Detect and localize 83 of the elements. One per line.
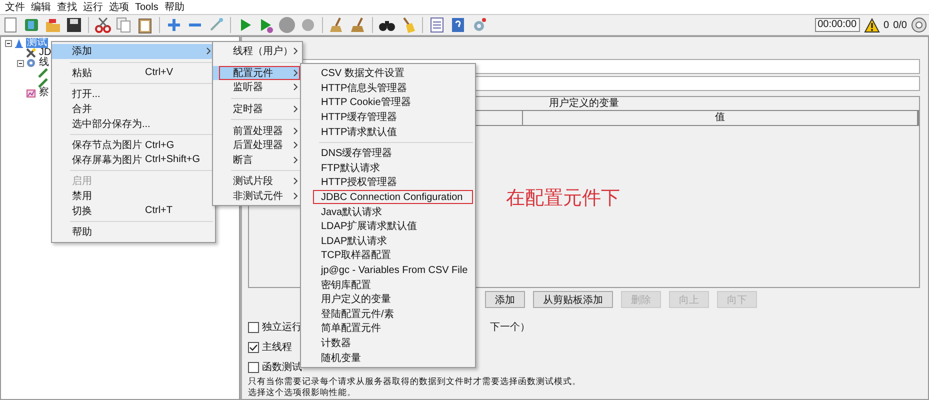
tree-node[interactable]: 线 [38, 58, 50, 68]
menu-item[interactable]: Tools [132, 0, 162, 14]
folder-icon[interactable] [44, 16, 62, 34]
checkbox[interactable] [248, 342, 259, 352]
menu-item[interactable]: HTTP信息头管理器 [301, 80, 475, 96]
menu-item[interactable]: 编辑 [28, 0, 54, 14]
menu-item[interactable]: 测试片段 [213, 174, 302, 189]
menu-item[interactable]: 登陆配置元件/素 [301, 306, 475, 322]
timer-display: 00:00:00 [814, 18, 860, 32]
annotation-text: 在配置元件下 [506, 187, 620, 211]
checkbox-label: 下一个） [490, 321, 530, 334]
menu-item[interactable]: CSV 数据文件设置 [301, 66, 475, 81]
scissors-icon[interactable] [94, 16, 112, 34]
list-icon[interactable] [428, 16, 446, 34]
menu-item[interactable]: 查找 [54, 0, 80, 14]
menu-item[interactable]: DNS缓存管理器 [301, 146, 475, 161]
menu-item[interactable]: 添加 [52, 44, 215, 59]
plus-icon[interactable] [165, 16, 183, 34]
save-icon[interactable] [65, 16, 83, 34]
menu-item[interactable]: 选项 [106, 0, 132, 14]
menu-item[interactable]: 配置元件 [213, 66, 302, 80]
menu-item[interactable]: 监听器 [213, 80, 302, 95]
menu-item[interactable]: 切换 Ctrl+T [52, 203, 215, 218]
menu-item[interactable]: jp@gc - Variables From CSV File [301, 262, 475, 278]
checkbox[interactable] [248, 322, 259, 332]
thread-count: 0/0 [893, 20, 907, 30]
clipboard-icon[interactable] [136, 16, 154, 34]
status-icon [911, 17, 927, 33]
chart-icon [26, 88, 36, 98]
copy-icon[interactable] [115, 16, 133, 34]
hint-text: 选择这个选项很影响性能。 [248, 387, 357, 398]
menu-item[interactable]: Java默认请求 [301, 204, 475, 219]
help-icon[interactable] [449, 16, 467, 34]
broom-icon[interactable] [349, 16, 367, 34]
menu-item[interactable]: FTP默认请求 [301, 160, 475, 176]
menu-item[interactable]: LDAP默认请求 [301, 234, 475, 248]
menu-item[interactable]: 后置处理器 [213, 138, 302, 153]
toolbar-button[interactable]: 从剪贴板添加 [533, 291, 613, 308]
table-title: 用户定义的变量 [549, 97, 619, 110]
menu-item[interactable]: 线程（用户） [213, 44, 302, 59]
menu-item[interactable]: 合并 [52, 102, 215, 116]
stop-icon[interactable] [278, 16, 296, 34]
menu-item[interactable]: 简单配置元件 [301, 321, 475, 336]
menu-item[interactable]: 随机变量 [301, 350, 475, 365]
checkbox[interactable] [248, 362, 259, 372]
tree-node[interactable]: JD [38, 48, 52, 58]
menu-item[interactable]: 禁用 [52, 188, 215, 204]
gear-icon [26, 58, 36, 68]
menu-item[interactable]: 密钥库配置 [301, 277, 475, 292]
menu-item[interactable]: LDAP扩展请求默认值 [301, 218, 475, 234]
menu-item[interactable]: TCP取样器配置 [301, 248, 475, 263]
menu-item[interactable]: 用户定义的变量 [301, 292, 475, 306]
toolbar-button[interactable]: 添加 [485, 291, 525, 308]
hint-text: 只有当你需要记录每个请求从服务器取得的数据到文件时才需要选择函数测试模式。 [248, 376, 582, 387]
menu-item[interactable]: 选中部分保存为... [52, 116, 215, 131]
menu-item[interactable]: HTTP Cookie管理器 [301, 95, 475, 110]
menu-item[interactable]: 断言 [213, 152, 302, 168]
menu-item[interactable]: 前置处理器 [213, 123, 302, 138]
menu-item[interactable]: 帮助 [52, 224, 215, 240]
menu-item[interactable]: 运行 [80, 0, 106, 14]
wrench-icon [26, 48, 36, 58]
menu-item[interactable]: 非测试元件 [213, 188, 302, 204]
flask-icon [14, 38, 24, 48]
menu-item[interactable]: HTTP请求默认值 [301, 124, 475, 139]
menu-item[interactable]: HTTP授权管理器 [301, 175, 475, 190]
warning-icon [864, 18, 880, 32]
menu-item[interactable]: 定时器 [213, 102, 302, 116]
collapse-icon[interactable] [5, 40, 12, 46]
menu-item[interactable]: JDBC Connection Configuration [307, 190, 475, 204]
column-header: 值 [523, 111, 918, 125]
checkbox-label: 主线程 [262, 340, 292, 354]
menu-item[interactable]: 帮助 [161, 0, 188, 14]
menu-item[interactable]: HTTP缓存管理器 [301, 110, 475, 124]
menu-item[interactable]: 粘贴 Ctrl+V [52, 66, 215, 80]
menu-item[interactable]: 保存屏幕为图片 Ctrl+Shift+G [52, 152, 215, 168]
book-icon[interactable] [23, 16, 41, 34]
warning-count: 0 [884, 20, 890, 30]
menu-item[interactable]: 计数器 [301, 336, 475, 350]
menu-item[interactable]: 文件 [2, 0, 28, 14]
menu-item[interactable]: 打开... [52, 87, 215, 102]
tree-node[interactable]: 察 [38, 88, 50, 98]
collapse-icon[interactable] [17, 60, 24, 66]
menu-item[interactable]: 保存节点为图片 Ctrl+G [52, 138, 215, 153]
